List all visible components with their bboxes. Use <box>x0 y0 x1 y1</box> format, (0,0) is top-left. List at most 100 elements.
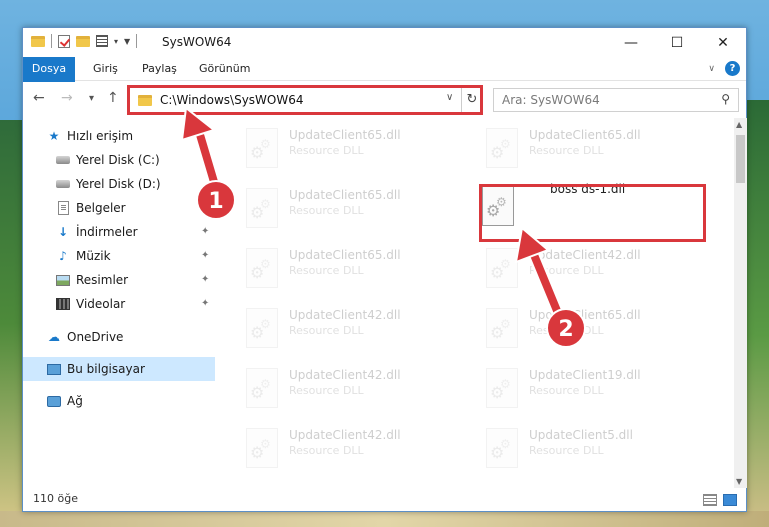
file-type: Resource DLL <box>289 204 364 217</box>
help-icon[interactable]: ? <box>725 61 740 76</box>
sidebar-item-this-pc[interactable]: Bu bilgisayar <box>23 357 215 381</box>
forward-button[interactable]: → <box>61 90 73 106</box>
search-box[interactable]: Ara: SysWOW64 ⚲ <box>493 88 739 112</box>
file-type: Resource DLL <box>529 444 604 457</box>
folder-icon <box>31 35 45 47</box>
pin-icon[interactable]: ✦ <box>201 298 209 309</box>
sidebar-item-local-disk-d[interactable]: Yerel Disk (D:) <box>23 172 215 196</box>
dll-file-icon <box>486 368 518 408</box>
dll-file-icon <box>486 308 518 348</box>
toolbar-dropdown-icon[interactable]: ▾ <box>114 37 118 46</box>
window-title: SysWOW64 <box>162 35 232 49</box>
file-item[interactable]: UpdateClient65.dll Resource DLL <box>456 302 686 358</box>
file-type: Resource DLL <box>289 384 364 397</box>
tab-view[interactable]: Görünüm <box>199 57 250 81</box>
minimize-button[interactable]: — <box>608 28 654 57</box>
title-bar: ▾ ▼ SysWOW64 — ☐ ✕ <box>23 28 746 57</box>
scroll-down-icon[interactable]: ▼ <box>736 477 742 486</box>
toolbar-divider <box>51 34 52 48</box>
file-type: Resource DLL <box>529 324 604 337</box>
ribbon-controls: ∨ ? <box>708 61 740 76</box>
vertical-scrollbar[interactable]: ▲ ▼ <box>734 118 747 488</box>
file-item[interactable]: UpdateClient42.dll Resource DLL <box>216 362 446 418</box>
sidebar-item-documents[interactable]: Belgeler <box>23 196 215 220</box>
up-button[interactable]: ↑ <box>107 90 119 106</box>
file-item[interactable]: UpdateClient65.dll Resource DLL <box>456 122 686 178</box>
sidebar-item-label: Müzik <box>76 249 111 263</box>
sidebar-item-label: Belgeler <box>76 201 126 215</box>
maximize-button[interactable]: ☐ <box>654 28 700 57</box>
sidebar-item-label: Videolar <box>76 297 126 311</box>
file-name: UpdateClient65.dll <box>289 188 401 202</box>
file-item[interactable]: UpdateClient42.dll Resource DLL <box>456 242 686 298</box>
expand-ribbon-icon[interactable]: ∨ <box>708 64 715 74</box>
recent-locations-button[interactable]: ▾ <box>89 93 94 104</box>
file-type: Resource DLL <box>529 384 604 397</box>
computer-icon <box>47 362 61 376</box>
sidebar-item-quick-access[interactable]: ★ Hızlı erişim <box>23 124 215 148</box>
file-type: Resource DLL <box>289 444 364 457</box>
pin-icon[interactable]: ✦ <box>201 250 209 261</box>
file-item[interactable]: UpdateClient42.dll Resource DLL <box>216 302 446 358</box>
quick-access-toolbar: ▾ ▼ <box>31 34 138 48</box>
large-icons-view-icon[interactable] <box>723 494 737 506</box>
dll-file-icon <box>486 128 518 168</box>
navigation-pane: ★ Hızlı erişim Yerel Disk (C:) Yerel Dis… <box>23 118 215 488</box>
pin-icon[interactable]: ✦ <box>201 274 209 285</box>
file-type: Resource DLL <box>289 144 364 157</box>
properties-check-icon[interactable] <box>58 34 70 48</box>
dll-file-icon <box>246 128 278 168</box>
desktop-background-left <box>0 120 22 527</box>
search-icon[interactable]: ⚲ <box>721 92 730 106</box>
toolbar-divider <box>136 34 138 48</box>
dll-file-icon <box>246 188 278 228</box>
disk-icon <box>56 153 70 167</box>
file-type: Resource DLL <box>529 264 604 277</box>
new-folder-icon[interactable] <box>76 35 90 47</box>
sidebar-item-label: Bu bilgisayar <box>67 362 145 376</box>
file-item[interactable]: UpdateClient65.dll Resource DLL <box>216 242 446 298</box>
details-view-icon[interactable] <box>703 494 717 506</box>
dll-file-icon <box>246 308 278 348</box>
pin-icon[interactable]: ✦ <box>201 226 209 237</box>
download-icon: ↓ <box>57 225 69 239</box>
sidebar-item-videos[interactable]: Videolar ✦ <box>23 292 215 316</box>
file-name: UpdateClient19.dll <box>529 368 641 382</box>
sidebar-item-pictures[interactable]: Resimler ✦ <box>23 268 215 292</box>
sidebar-item-onedrive[interactable]: ☁ OneDrive <box>23 325 215 349</box>
file-item[interactable]: UpdateClient65.dll Resource DLL <box>216 122 446 178</box>
sidebar-item-label: Hızlı erişim <box>67 129 134 143</box>
sidebar-item-network[interactable]: Ağ <box>23 389 215 413</box>
scroll-up-icon[interactable]: ▲ <box>736 120 742 129</box>
sidebar-item-music[interactable]: ♪ Müzik ✦ <box>23 244 215 268</box>
file-type: Resource DLL <box>289 264 364 277</box>
file-name: UpdateClient42.dll <box>289 428 401 442</box>
tab-home[interactable]: Giriş <box>93 57 118 81</box>
dll-file-icon <box>246 248 278 288</box>
file-item[interactable]: UpdateClient5.dll Resource DLL <box>456 422 686 478</box>
star-icon: ★ <box>48 129 60 143</box>
customize-toolbar-icon[interactable]: ▼ <box>124 37 130 46</box>
file-item[interactable]: UpdateClient65.dll Resource DLL <box>216 182 446 238</box>
file-name: UpdateClient65.dll <box>289 248 401 262</box>
view-properties-icon[interactable] <box>96 35 108 47</box>
dll-file-icon <box>246 428 278 468</box>
navigation-bar: ← → ▾ ↑ C:\Windows\SysWOW64 ∨ ↻ Ara: Sys… <box>23 82 746 117</box>
address-highlight-box <box>127 85 483 115</box>
back-button[interactable]: ← <box>33 90 45 106</box>
file-name: UpdateClient65.dll <box>289 128 401 142</box>
sidebar-item-local-disk-c[interactable]: Yerel Disk (C:) <box>23 148 215 172</box>
file-highlight-box <box>479 184 706 242</box>
file-name: UpdateClient42.dll <box>529 248 641 262</box>
close-button[interactable]: ✕ <box>700 28 746 57</box>
dll-file-icon <box>246 368 278 408</box>
file-item[interactable]: UpdateClient42.dll Resource DLL <box>216 422 446 478</box>
file-item[interactable]: UpdateClient19.dll Resource DLL <box>456 362 686 418</box>
desktop-background-right <box>745 100 769 527</box>
search-input[interactable]: Ara: SysWOW64 <box>502 93 600 107</box>
status-bar: 110 öğe <box>23 489 746 511</box>
scroll-thumb[interactable] <box>736 135 745 183</box>
sidebar-item-downloads[interactable]: ↓ İndirmeler ✦ <box>23 220 215 244</box>
video-icon <box>56 297 70 311</box>
tab-share[interactable]: Paylaş <box>142 57 177 81</box>
